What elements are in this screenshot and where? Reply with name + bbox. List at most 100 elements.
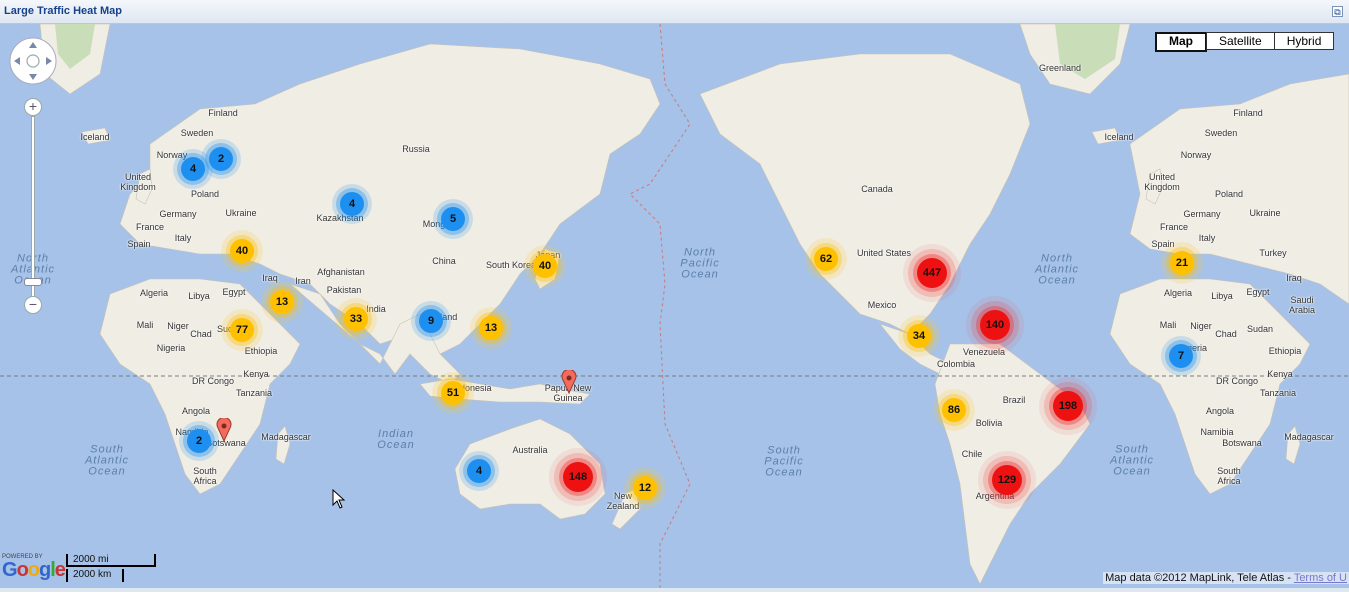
zoom-in-button[interactable]: + (24, 98, 42, 116)
place-label: Poland (1214, 189, 1244, 199)
place-label: Italy (1198, 233, 1216, 243)
map-type-map-button[interactable]: Map (1155, 32, 1207, 52)
place-label: Norway (156, 150, 188, 160)
traffic-cluster[interactable]: 4 (340, 192, 364, 216)
place-label: Egypt (1246, 287, 1270, 297)
traffic-cluster[interactable]: 40 (533, 254, 557, 278)
traffic-cluster[interactable]: 7 (1169, 344, 1193, 368)
place-label: United States (856, 248, 912, 258)
traffic-cluster[interactable]: 33 (344, 307, 368, 331)
place-label: Colombia (936, 359, 976, 369)
place-label: Angola (181, 406, 211, 416)
place-label: China (432, 256, 456, 266)
restore-icon[interactable]: ⧉ (1332, 6, 1343, 17)
traffic-cluster[interactable]: 9 (419, 309, 443, 333)
place-label: South Korea (485, 260, 537, 270)
place-label: Niger (167, 321, 189, 331)
map-base (0, 24, 1349, 588)
map-copyright: Map data ©2012 MapLink, Tele Atlas - Ter… (1103, 572, 1349, 584)
traffic-cluster[interactable]: 12 (633, 476, 657, 500)
traffic-cluster[interactable]: 62 (814, 247, 838, 271)
map-pin-icon[interactable] (561, 370, 577, 394)
place-label: United Kingdom (1144, 172, 1180, 192)
place-label: Kenya (243, 369, 269, 379)
traffic-cluster[interactable]: 77 (230, 318, 254, 342)
ocean-label: South Atlantic Ocean (1109, 443, 1155, 478)
scale-imperial: 2000 mi (66, 554, 156, 567)
place-label: Germany (159, 209, 197, 219)
map-type-hybrid-button[interactable]: Hybrid (1273, 32, 1335, 50)
place-label: Libya (188, 291, 210, 301)
place-label: Canada (861, 184, 893, 194)
place-label: Sudan (1246, 324, 1274, 334)
traffic-cluster[interactable]: 51 (441, 381, 465, 405)
place-label: Chad (190, 329, 212, 339)
pan-control[interactable] (9, 37, 57, 85)
ocean-label: Indian Ocean (377, 428, 415, 451)
zoom-slider-handle[interactable] (24, 278, 42, 286)
place-label: Pakistan (326, 285, 362, 295)
place-label: Ukraine (1249, 208, 1281, 218)
place-label: Libya (1211, 291, 1233, 301)
traffic-cluster[interactable]: 198 (1053, 391, 1083, 421)
place-label: Namibia (1200, 427, 1234, 437)
traffic-cluster[interactable]: 2 (187, 429, 211, 453)
place-label: Finland (1233, 108, 1263, 118)
copyright-text: Map data ©2012 MapLink, Tele Atlas - (1105, 572, 1294, 584)
traffic-cluster[interactable]: 148 (563, 462, 593, 492)
traffic-cluster[interactable]: 140 (980, 310, 1010, 340)
map-type-satellite-button[interactable]: Satellite (1206, 32, 1275, 50)
place-label: Chad (1215, 329, 1237, 339)
place-label: Ukraine (225, 208, 257, 218)
place-label: Bolivia (975, 418, 1003, 428)
place-label: Saudi Arabia (1288, 295, 1316, 315)
traffic-cluster[interactable]: 34 (907, 324, 931, 348)
place-label: Chile (961, 449, 983, 459)
place-label: Sweden (1204, 128, 1238, 138)
google-branding[interactable]: POWERED BY Google (2, 554, 66, 581)
place-label: Norway (1180, 150, 1212, 160)
traffic-cluster[interactable]: 21 (1170, 251, 1194, 275)
place-label: Madagascar (1284, 432, 1334, 442)
traffic-cluster[interactable]: 4 (467, 459, 491, 483)
place-label: Iceland (80, 132, 110, 142)
traffic-cluster[interactable]: 4 (181, 157, 205, 181)
place-label: Madagascar (261, 432, 311, 442)
traffic-cluster[interactable]: 447 (917, 258, 947, 288)
place-label: United Kingdom (120, 172, 156, 192)
mouse-cursor-icon (332, 489, 346, 509)
traffic-cluster[interactable]: 40 (230, 239, 254, 263)
place-label: Algeria (1163, 288, 1193, 298)
map-pin-icon[interactable] (216, 418, 232, 442)
place-label: Mali (136, 320, 154, 330)
zoom-slider-track[interactable] (31, 116, 35, 304)
ocean-label: South Pacific Ocean (764, 444, 804, 479)
scale-metric: 2000 km (66, 569, 124, 582)
terms-of-use-link[interactable]: Terms of U (1294, 572, 1347, 584)
traffic-cluster[interactable]: 2 (209, 147, 233, 171)
place-label: Greenland (1038, 63, 1082, 73)
ocean-label: South Atlantic Ocean (84, 443, 130, 478)
window-titlebar: Large Traffic Heat Map ⧉ (0, 0, 1349, 24)
place-label: India (366, 304, 386, 314)
ocean-label: North Pacific Ocean (680, 246, 720, 281)
place-label: Sweden (180, 128, 214, 138)
place-label: Tanzania (1259, 388, 1297, 398)
place-label: Spain (1151, 239, 1175, 249)
place-label: Italy (174, 233, 192, 243)
zoom-out-button[interactable]: − (24, 296, 42, 314)
place-label: Nigeria (156, 343, 186, 353)
traffic-cluster[interactable]: 13 (270, 290, 294, 314)
traffic-cluster[interactable]: 129 (992, 465, 1022, 495)
traffic-cluster[interactable]: 5 (441, 207, 465, 231)
google-logo: Google (2, 559, 66, 581)
traffic-cluster[interactable]: 13 (479, 316, 503, 340)
place-label: Venezuela (962, 347, 1006, 357)
place-label: Turkey (1259, 248, 1287, 258)
place-label: France (1159, 222, 1189, 232)
traffic-cluster[interactable]: 86 (942, 398, 966, 422)
place-label: South Africa (193, 466, 217, 486)
place-label: Tanzania (235, 388, 273, 398)
map-canvas[interactable]: North Atlantic Ocean South Atlantic Ocea… (0, 24, 1349, 588)
place-label: Algeria (139, 288, 169, 298)
